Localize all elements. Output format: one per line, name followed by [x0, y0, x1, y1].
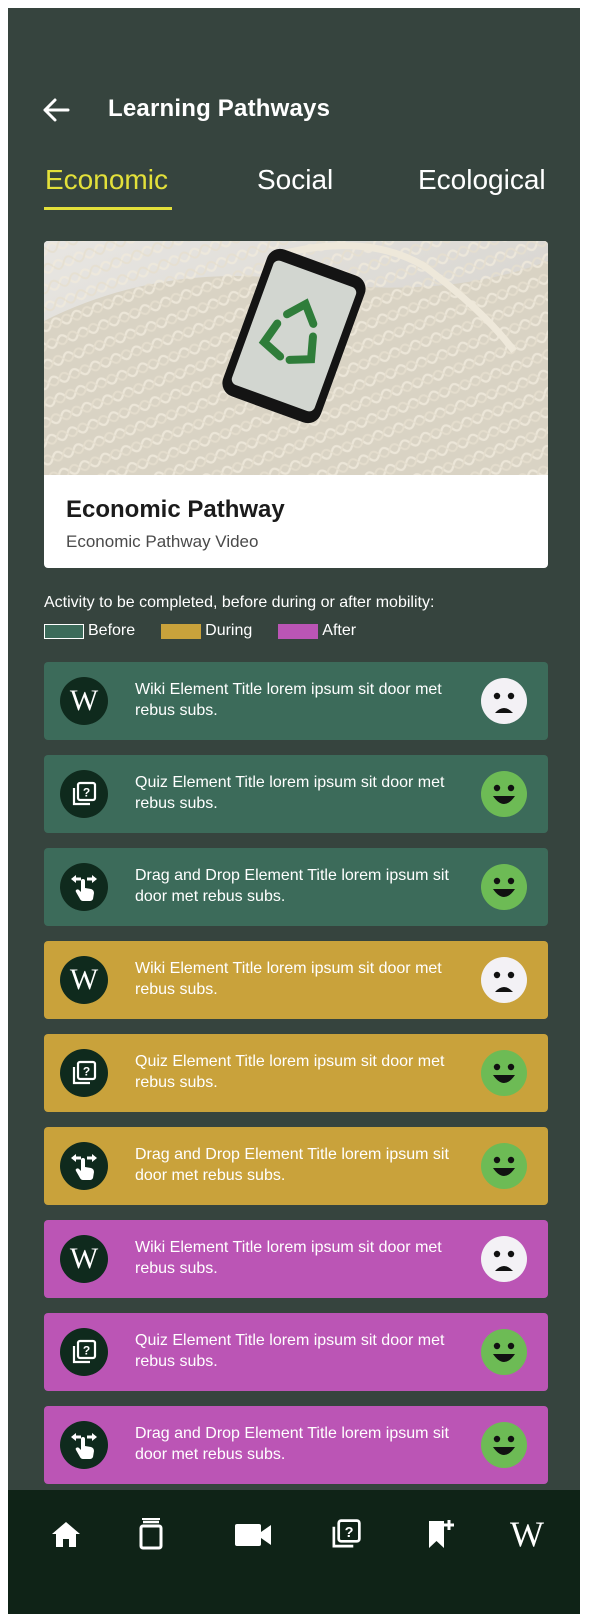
legend-swatch-before	[44, 623, 84, 639]
legend-label-before: Before	[88, 622, 136, 639]
drag-drop-icon	[60, 863, 108, 911]
activity-title: Wiki Element Title lorem ipsum sit door …	[135, 960, 442, 998]
phone-recycling-image	[44, 241, 548, 475]
sad-face-icon	[481, 957, 527, 1003]
svg-text:?: ?	[83, 1065, 90, 1079]
happy-face-icon	[481, 1143, 527, 1189]
phase-legend: Before During After	[44, 622, 382, 640]
activity-title: Quiz Element Title lorem ipsum sit door …	[135, 1053, 445, 1091]
header: Learning Pathways	[8, 82, 580, 138]
activity-title: Drag and Drop Element Title lorem ipsum …	[135, 867, 449, 905]
nav-videos[interactable]	[229, 1510, 277, 1558]
card-subtitle: Economic Pathway Video	[66, 532, 259, 551]
happy-face-icon	[481, 1050, 527, 1096]
quiz-icon: ?	[60, 1328, 108, 1376]
home-icon	[52, 1522, 80, 1547]
tab-economic[interactable]: Economic	[45, 164, 168, 196]
wikipedia-icon: W	[510, 1514, 544, 1554]
legend-during: During	[161, 622, 252, 640]
svg-text:?: ?	[83, 1344, 90, 1358]
activity-title: Wiki Element Title lorem ipsum sit door …	[135, 1239, 442, 1277]
activity-item-drag-drop[interactable]: Drag and Drop Element Title lorem ipsum …	[44, 1127, 548, 1205]
wikipedia-icon: W	[60, 1235, 108, 1283]
nav-quizzes[interactable]: ?	[322, 1510, 370, 1558]
video-thumbnail[interactable]	[44, 241, 548, 475]
activity-item-quiz[interactable]: ? Quiz Element Title lorem ipsum sit doo…	[44, 755, 548, 833]
app-screen: Learning Pathways Economic Social Ecolog…	[8, 8, 580, 1614]
activity-item-quiz[interactable]: ? Quiz Element Title lorem ipsum sit doo…	[44, 1313, 548, 1391]
happy-face-icon	[481, 1329, 527, 1375]
activity-title: Quiz Element Title lorem ipsum sit door …	[135, 774, 445, 812]
legend-label-during: During	[205, 622, 253, 639]
legend-description: Activity to be completed, before during …	[44, 594, 435, 611]
bookmark-add-icon	[429, 1520, 454, 1548]
active-tab-indicator	[44, 207, 172, 210]
quiz-icon: ?	[332, 1519, 361, 1548]
activity-title: Drag and Drop Element Title lorem ipsum …	[135, 1425, 449, 1463]
activity-item-wiki[interactable]: W Wiki Element Title lorem ipsum sit doo…	[44, 1220, 548, 1298]
activity-item-drag-drop[interactable]: Drag and Drop Element Title lorem ipsum …	[44, 848, 548, 926]
activity-title: Quiz Element Title lorem ipsum sit door …	[135, 1332, 445, 1370]
tab-ecological[interactable]: Ecological	[418, 164, 546, 196]
activity-item-drag-drop[interactable]: Drag and Drop Element Title lorem ipsum …	[44, 1406, 548, 1484]
svg-text:?: ?	[83, 786, 90, 800]
wikipedia-icon: W	[60, 677, 108, 725]
arrow-left-icon	[43, 98, 70, 122]
happy-face-icon	[481, 864, 527, 910]
nav-bookmarks[interactable]	[416, 1510, 464, 1558]
activity-title: Wiki Element Title lorem ipsum sit door …	[135, 681, 442, 719]
happy-face-icon	[481, 771, 527, 817]
nav-library[interactable]	[127, 1510, 175, 1558]
legend-swatch-after	[278, 623, 319, 639]
activity-item-wiki[interactable]: W Wiki Element Title lorem ipsum sit doo…	[44, 662, 548, 740]
quiz-icon: ?	[60, 1049, 108, 1097]
activity-title: Drag and Drop Element Title lorem ipsum …	[135, 1146, 449, 1184]
activity-item-wiki[interactable]: W Wiki Element Title lorem ipsum sit doo…	[44, 941, 548, 1019]
back-button[interactable]	[36, 92, 76, 128]
nav-wiki[interactable]: W	[503, 1510, 551, 1558]
legend-before: Before	[44, 622, 135, 640]
card-title: Economic Pathway	[66, 496, 285, 523]
nav-home[interactable]	[42, 1510, 90, 1558]
drag-drop-icon	[60, 1421, 108, 1469]
pathway-tabs: Economic Social Ecological	[8, 158, 580, 218]
legend-after: After	[278, 622, 356, 640]
activity-item-quiz[interactable]: ? Quiz Element Title lorem ipsum sit doo…	[44, 1034, 548, 1112]
video-camera-icon	[235, 1524, 271, 1546]
legend-label-after: After	[322, 622, 357, 639]
book-stack-icon	[139, 1518, 163, 1550]
tab-social[interactable]: Social	[257, 164, 333, 196]
legend-swatch-during	[161, 623, 202, 639]
sad-face-icon	[481, 678, 527, 724]
happy-face-icon	[481, 1422, 527, 1468]
quiz-icon: ?	[60, 770, 108, 818]
wikipedia-icon: W	[60, 956, 108, 1004]
drag-drop-icon	[60, 1142, 108, 1190]
svg-text:?: ?	[345, 1525, 354, 1541]
bottom-navigation: ? W	[8, 1490, 580, 1614]
page-title: Learning Pathways	[108, 95, 331, 122]
sad-face-icon	[481, 1236, 527, 1282]
pathway-video-card[interactable]: Economic Pathway Economic Pathway Video	[44, 241, 548, 568]
